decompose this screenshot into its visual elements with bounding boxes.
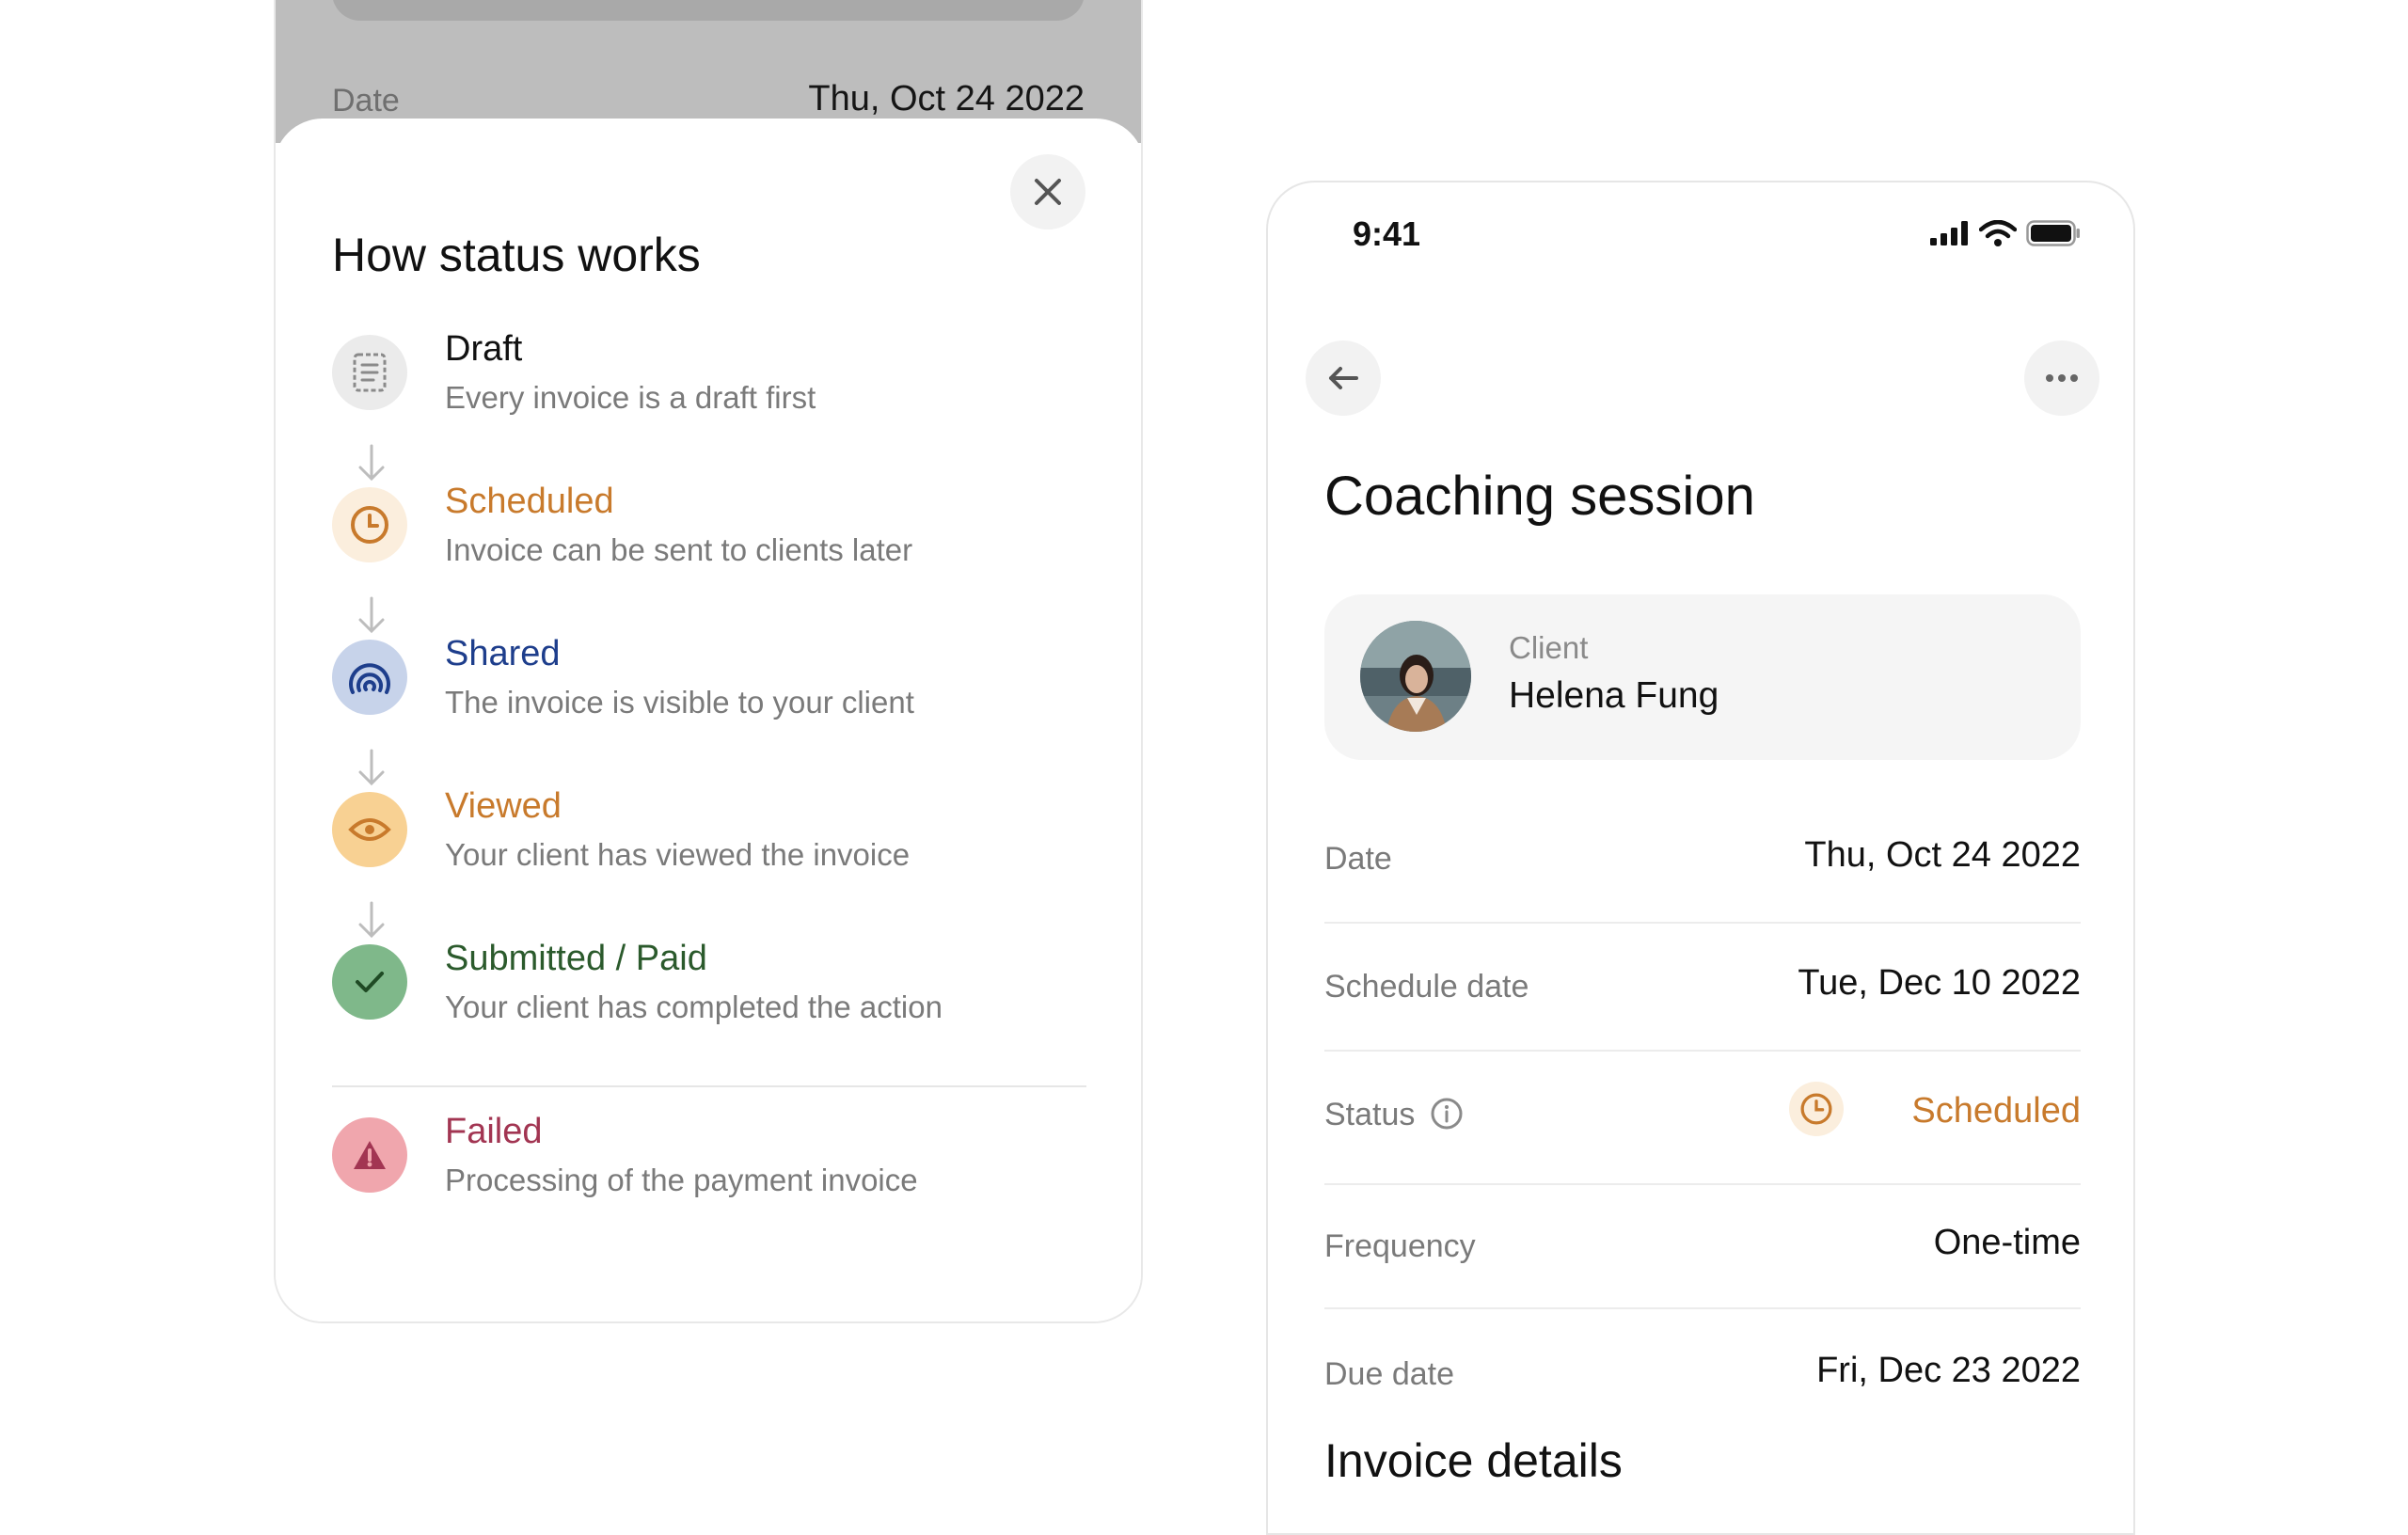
detail-row-due-date: Due date Fri, Dec 23 2022 xyxy=(1324,1337,2081,1432)
dimmed-card xyxy=(332,0,1085,21)
detail-row-frequency: Frequency One-time xyxy=(1324,1210,2081,1337)
row-label: Date xyxy=(1324,841,1392,877)
status-item-draft: Draft Every invoice is a draft first xyxy=(332,329,1085,423)
status-bar-time: 9:41 xyxy=(1353,214,1421,253)
status-description: The invoice is visible to your client xyxy=(445,685,914,720)
status-description: Processing of the payment invoice xyxy=(445,1163,918,1197)
status-description: Every invoice is a draft first xyxy=(445,380,816,415)
row-value: Thu, Oct 24 2022 xyxy=(1804,835,2081,875)
arrow-down-icon xyxy=(358,901,385,939)
sheet-title: How status works xyxy=(332,229,701,281)
status-bottom-sheet: How status works Draft Every invoice is … xyxy=(276,119,1141,1321)
client-label: Client xyxy=(1509,630,1589,665)
detail-row-date: Date Thu, Oct 24 2022 xyxy=(1324,822,2081,950)
arrow-down-icon xyxy=(358,444,385,482)
row-label: Schedule date xyxy=(1324,969,1529,1005)
divider xyxy=(332,1085,1086,1087)
status-item-failed: Failed Processing of the payment invoice xyxy=(332,1112,1085,1206)
dimmed-date-label: Date xyxy=(332,83,400,119)
warning-icon xyxy=(332,1117,407,1193)
divider xyxy=(1324,1183,2081,1185)
more-options-button[interactable] xyxy=(2024,340,2099,416)
avatar xyxy=(1360,621,1471,732)
status-item-shared: Shared The invoice is visible to your cl… xyxy=(332,634,1085,728)
info-icon[interactable] xyxy=(1430,1097,1464,1131)
clock-icon xyxy=(1789,1082,1844,1136)
status-name: Scheduled xyxy=(445,482,614,521)
back-arrow-icon xyxy=(1329,367,1358,389)
detail-row-schedule-date: Schedule date Tue, Dec 10 2022 xyxy=(1324,950,2081,1078)
document-icon xyxy=(332,335,407,410)
client-card[interactable]: Client Helena Fung xyxy=(1324,594,2081,760)
status-description: Your client has viewed the invoice xyxy=(445,837,911,872)
wifi-icon xyxy=(1979,220,2017,246)
detail-row-status: Status Scheduled xyxy=(1324,1078,2081,1210)
arrow-down-icon xyxy=(358,749,385,786)
broadcast-icon xyxy=(332,640,407,715)
row-value: Fri, Dec 23 2022 xyxy=(1816,1351,2081,1390)
row-label: Frequency xyxy=(1324,1228,1476,1264)
row-label: Due date xyxy=(1324,1356,1454,1392)
dimmed-date-value: Thu, Oct 24 2022 xyxy=(808,79,1085,119)
section-title-invoice-details: Invoice details xyxy=(1324,1434,1623,1487)
check-icon xyxy=(332,944,407,1020)
status-badge: Scheduled xyxy=(1911,1091,2081,1131)
client-name: Helena Fung xyxy=(1509,675,1719,716)
invoice-detail-screen: 9:41 Coaching session Client Helena Fung… xyxy=(1266,181,2135,1535)
row-value: Tue, Dec 10 2022 xyxy=(1798,963,2081,1003)
status-name: Viewed xyxy=(445,786,562,826)
clock-icon xyxy=(332,487,407,562)
row-value: One-time xyxy=(1933,1223,2081,1262)
status-description: Invoice can be sent to clients later xyxy=(445,532,913,567)
status-name: Draft xyxy=(445,329,523,369)
divider xyxy=(1324,922,2081,924)
signal-icon xyxy=(1930,221,1968,245)
status-name: Submitted / Paid xyxy=(445,939,707,978)
divider xyxy=(1324,1307,2081,1309)
status-name: Shared xyxy=(445,634,561,673)
status-bar-icons xyxy=(1930,220,2081,246)
status-item-submitted-paid: Submitted / Paid Your client has complet… xyxy=(332,939,1085,1033)
battery-icon xyxy=(2026,220,2080,246)
status-explainer-screen: Date Thu, Oct 24 2022 How status works D… xyxy=(274,0,1143,1323)
close-icon xyxy=(1035,179,1061,205)
page-title: Coaching session xyxy=(1324,466,1755,527)
status-item-scheduled: Scheduled Invoice can be sent to clients… xyxy=(332,482,1085,576)
status-name: Failed xyxy=(445,1112,543,1151)
status-description: Your client has completed the action xyxy=(445,989,943,1024)
close-button[interactable] xyxy=(1010,154,1085,229)
status-item-viewed: Viewed Your client has viewed the invoic… xyxy=(332,786,1085,880)
row-label: Status xyxy=(1324,1097,1416,1132)
arrow-down-icon xyxy=(358,596,385,634)
more-icon xyxy=(2046,374,2078,382)
divider xyxy=(1324,1050,2081,1052)
eye-icon xyxy=(332,792,407,867)
back-button[interactable] xyxy=(1306,340,1381,416)
